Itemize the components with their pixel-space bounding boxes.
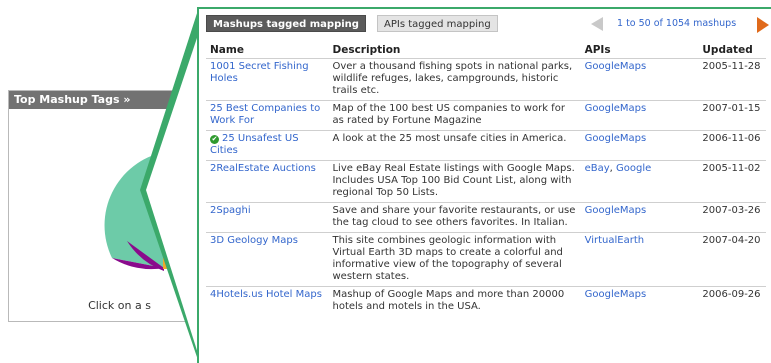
cell-name: 3D Geology Maps <box>206 232 329 287</box>
cell-name: 25 Best Companies to Work For <box>206 100 329 131</box>
table-row: 1001 Secret Fishing Holes Over a thousand… <box>206 58 766 101</box>
table-row: 4Hotels.us Hotel Maps Mashup of Google Ma… <box>206 286 766 316</box>
api-link[interactable]: eBay <box>585 163 610 174</box>
tag-popup-panel: Mashups tagged mapping APIs tagged mappi… <box>197 7 771 363</box>
tab-apis-tagged[interactable]: APIs tagged mapping <box>377 15 498 32</box>
mashup-name-link[interactable]: 3D Geology Maps <box>210 235 298 246</box>
mashup-name-link[interactable]: 4Hotels.us Hotel Maps <box>210 289 322 300</box>
cell-apis: GoogleMaps <box>580 58 699 101</box>
cell-description: This site combines geologic information … <box>328 232 581 287</box>
cell-name: 2RealEstate Auctions <box>206 160 329 203</box>
cell-name: ✔ 25 Unsafest US Cities <box>206 130 329 161</box>
mashup-name-link[interactable]: 2Spaghi <box>210 205 251 216</box>
table-row: 2RealEstate Auctions Live eBay Real Estat… <box>206 160 766 203</box>
cell-apis: GoogleMaps <box>580 100 699 131</box>
table-row: 2Spaghi Save and share your favorite rest… <box>206 202 766 233</box>
tab-bar: Mashups tagged mapping APIs tagged mappi… <box>199 9 771 39</box>
cell-apis: GoogleMaps <box>580 130 699 161</box>
api-link[interactable]: VirtualEarth <box>585 235 645 246</box>
cell-apis: VirtualEarth <box>580 232 699 287</box>
tab-mashups-tagged[interactable]: Mashups tagged mapping <box>206 15 366 32</box>
cell-updated: 2007-01-15 <box>698 100 766 131</box>
cell-apis: GoogleMaps <box>580 286 699 316</box>
cell-apis: eBay, Google <box>580 160 699 203</box>
api-link[interactable]: GoogleMaps <box>585 61 647 72</box>
table-row: ✔ 25 Unsafest US Cities A look at the 25 m… <box>206 130 766 161</box>
cell-updated: 2007-03-26 <box>698 202 766 233</box>
cell-name: 4Hotels.us Hotel Maps <box>206 286 329 316</box>
api-link[interactable]: GoogleMaps <box>585 205 647 216</box>
next-page-arrow-icon[interactable] <box>757 17 769 33</box>
cell-updated: 2007-04-20 <box>698 232 766 287</box>
cell-updated: 2006-09-26 <box>698 286 766 316</box>
mashup-name-link[interactable]: 25 Best Companies to Work For <box>210 103 320 126</box>
cell-updated: 2005-11-28 <box>698 58 766 101</box>
cell-name: 1001 Secret Fishing Holes <box>206 58 329 101</box>
cell-description: A look at the 25 most unsafe cities in A… <box>328 130 581 161</box>
column-header-description[interactable]: Description <box>328 40 580 59</box>
mashup-name-link[interactable]: 2RealEstate Auctions <box>210 163 316 174</box>
verified-check-icon: ✔ <box>210 135 219 144</box>
column-header-updated[interactable]: Updated <box>698 40 766 59</box>
cell-updated: 2005-11-02 <box>698 160 766 203</box>
api-link[interactable]: GoogleMaps <box>585 133 647 144</box>
cell-description: Live eBay Real Estate listings with Goog… <box>328 160 581 203</box>
api-link[interactable]: GoogleMaps <box>585 289 647 300</box>
api-link[interactable]: Google <box>616 163 651 174</box>
cell-updated: 2006-11-06 <box>698 130 766 161</box>
api-link[interactable]: GoogleMaps <box>585 103 647 114</box>
table-header-row: Name Description APIs Updated <box>206 40 766 59</box>
column-header-name[interactable]: Name <box>206 40 328 59</box>
cell-apis: GoogleMaps <box>580 202 699 233</box>
cell-description: Mashup of Google Maps and more than 2000… <box>328 286 581 316</box>
cell-description: Map of the 100 best US companies to work… <box>328 100 581 131</box>
table-body: 1001 Secret Fishing Holes Over a thousand… <box>206 58 766 316</box>
mashup-name-link[interactable]: 1001 Secret Fishing Holes <box>210 61 309 84</box>
mashup-name-link[interactable]: 25 Unsafest US Cities <box>210 133 299 156</box>
previous-page-arrow-icon[interactable] <box>591 17 603 31</box>
column-header-apis[interactable]: APIs <box>581 40 699 59</box>
cell-name: 2Spaghi <box>206 202 329 233</box>
cell-description: Save and share your favorite restaurants… <box>328 202 581 233</box>
cell-description: Over a thousand fishing spots in nationa… <box>328 58 581 101</box>
table-row: 3D Geology Maps This site combines geolog… <box>206 232 766 287</box>
mashups-table: Name Description APIs Updated 1001 Secre… <box>206 40 766 316</box>
table-row: 25 Best Companies to Work For Map of the … <box>206 100 766 131</box>
pager-range-text[interactable]: 1 to 50 of 1054 mashups <box>617 15 736 32</box>
